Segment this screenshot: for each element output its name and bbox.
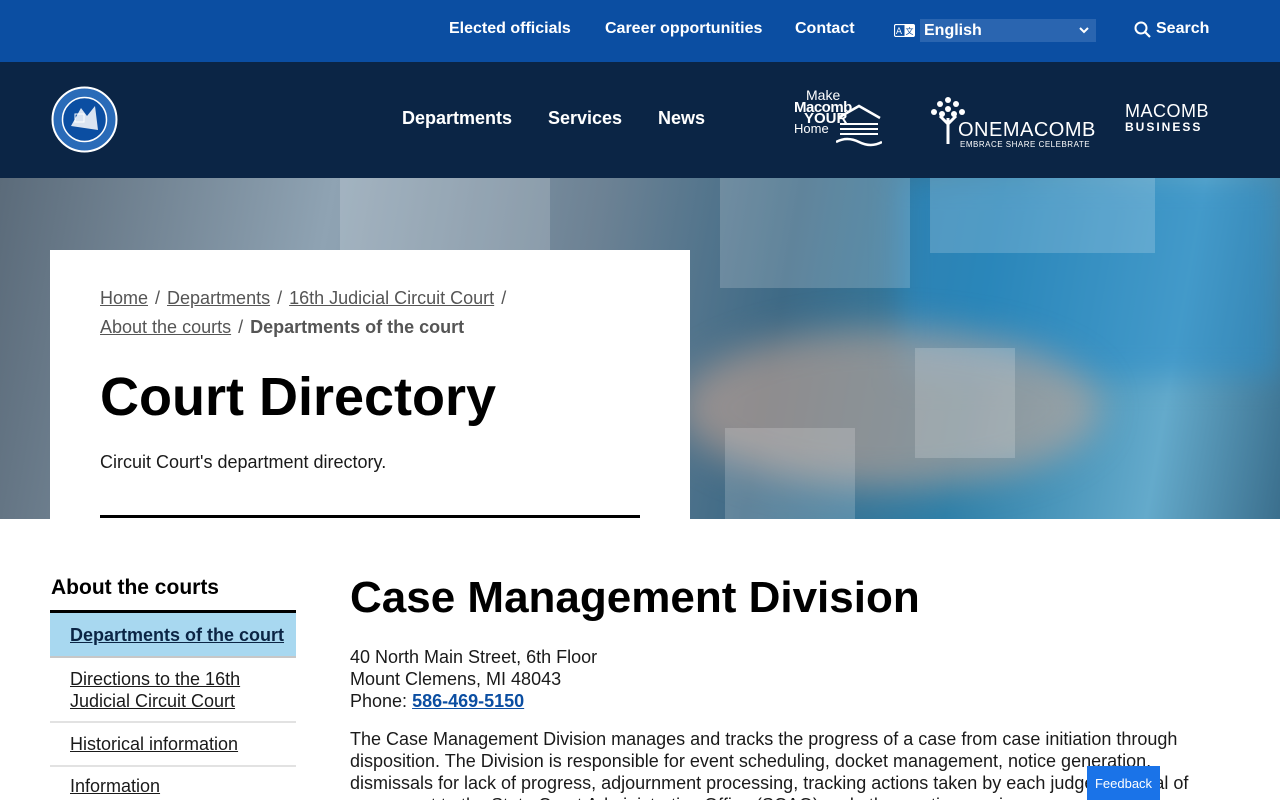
logo-text: ONEMACOMB <box>958 119 1096 141</box>
language-selector[interactable]: A 文 English <box>893 19 1096 42</box>
sidebar-item-information[interactable]: Information <box>50 767 296 800</box>
make-macomb-your-home-logo[interactable]: Make Macomb YOUR Home <box>794 88 882 152</box>
address-line: Mount Clemens, MI 48043 <box>350 669 562 689</box>
sidebar-item-historical-information[interactable]: Historical information <box>50 723 296 767</box>
nav-departments[interactable]: Departments <box>402 108 512 129</box>
nav-news[interactable]: News <box>658 108 705 129</box>
career-opportunities-link[interactable]: Career opportunities <box>605 20 762 38</box>
search-label: Search <box>1156 20 1210 37</box>
breadcrumb-departments[interactable]: Departments <box>167 288 270 308</box>
translate-icon: A 文 <box>893 23 916 38</box>
language-value: English <box>924 21 982 39</box>
sidebar-title: About the courts <box>51 576 219 599</box>
logo-text: BUSINESS <box>1125 120 1203 134</box>
feedback-button[interactable]: Feedback <box>1087 766 1160 800</box>
logo-tagline: EMBRACE SHARE CELEBRATE <box>960 140 1091 149</box>
address-line: 40 North Main Street, 6th Floor <box>350 647 598 667</box>
macomb-county-seal-logo[interactable] <box>51 86 118 153</box>
divider <box>100 515 640 518</box>
sidebar-item-departments-of-the-court[interactable]: Departments of the court <box>50 613 296 658</box>
phone-link[interactable]: 586-469-5150 <box>412 691 524 711</box>
logo-text: MACOMB <box>1125 101 1209 121</box>
division-description: The Case Management Division manages and… <box>350 729 1189 800</box>
search-button[interactable]: Search <box>1134 20 1209 38</box>
section-heading: Case Management Division <box>350 573 920 622</box>
page-subtitle: Circuit Court's department directory. <box>100 452 387 472</box>
macomb-business-logo[interactable]: MACOMB BUSINESS <box>1125 101 1209 136</box>
division-address: 40 North Main Street, 6th Floor Mount Cl… <box>350 646 597 712</box>
breadcrumb: Home / Departments/16th Judicial Circuit C… <box>100 288 507 337</box>
svg-text:A: A <box>896 27 903 37</box>
sidebar-item-directions[interactable]: Directions to the 16th Judicial Circuit … <box>50 658 296 723</box>
chevron-down-icon <box>1078 23 1090 37</box>
page-title: Court Directory <box>100 367 497 427</box>
phone-line: Phone: 586-469-5150 <box>350 690 597 712</box>
svg-text:文: 文 <box>906 26 914 36</box>
one-macomb-logo[interactable]: ONEMACOMB EMBRACE SHARE CELEBRATE <box>928 94 1095 150</box>
contact-link[interactable]: Contact <box>795 20 855 38</box>
logo-text: Home <box>794 121 829 136</box>
phone-label: Phone: <box>350 691 408 711</box>
utility-bar: Elected officials Career opportunities C… <box>0 0 1280 62</box>
elected-officials-link[interactable]: Elected officials <box>449 20 571 38</box>
breadcrumb-home[interactable]: Home <box>100 288 148 308</box>
breadcrumb-current: Departments of the court <box>250 317 465 337</box>
language-select[interactable]: English <box>920 19 1096 42</box>
house-icon <box>836 104 882 147</box>
nav-services[interactable]: Services <box>548 108 622 129</box>
breadcrumb-about-the-courts[interactable]: About the courts <box>100 317 231 337</box>
main-header: Departments Services News Make Macomb YO… <box>0 62 1280 178</box>
search-icon <box>1134 21 1151 38</box>
breadcrumb-circuit-court[interactable]: 16th Judicial Circuit Court <box>289 288 494 308</box>
